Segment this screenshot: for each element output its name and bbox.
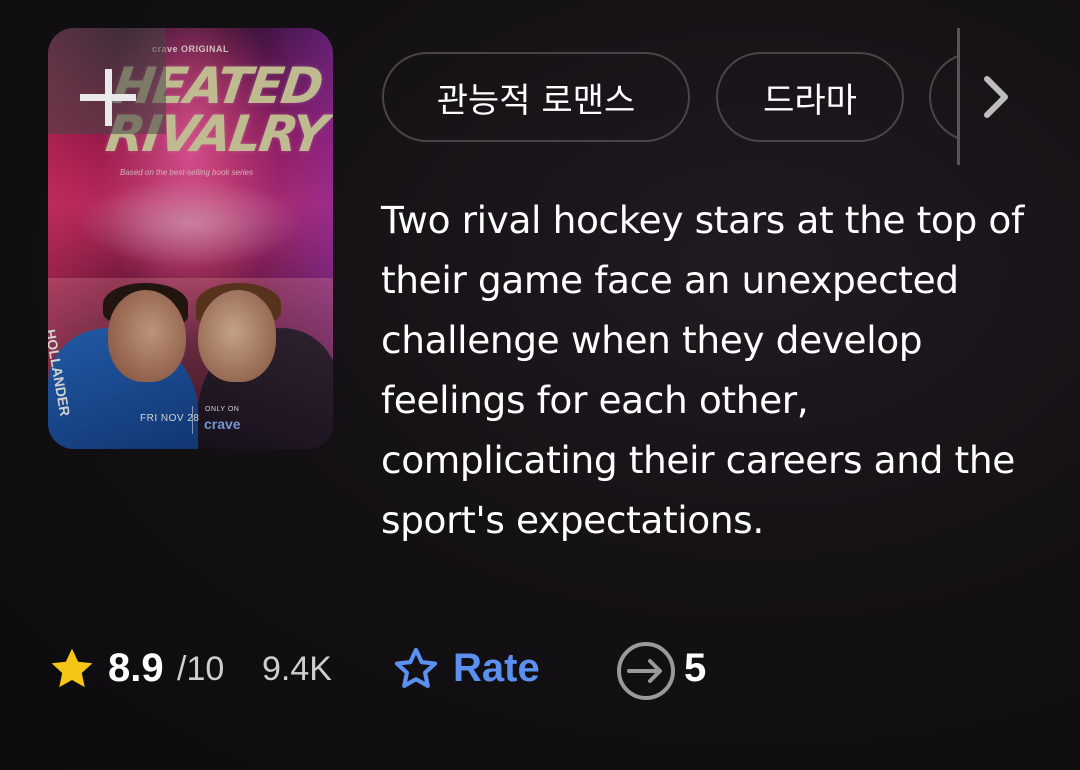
chips-divider — [957, 28, 960, 165]
rating-bar: 8.9 /10 9.4K Rate 5 — [46, 640, 726, 700]
title-overview: crave ORIGINAL HEATED RIVALRY Based on t… — [0, 0, 1080, 770]
rate-button[interactable]: Rate — [453, 646, 540, 691]
share-count: 5 — [684, 646, 707, 690]
arrow-circle-icon[interactable] — [615, 640, 677, 702]
rating-max: /10 — [177, 650, 225, 688]
star-icon — [46, 644, 98, 694]
add-to-watchlist-button[interactable] — [48, 28, 166, 134]
genre-chip-drama[interactable]: 드라마 — [716, 52, 904, 142]
genre-chip-steamy-romance[interactable]: 관능적 로맨스 — [382, 52, 690, 142]
vote-count: 9.4K — [262, 650, 332, 688]
star-outline-icon[interactable] — [390, 644, 442, 694]
chevron-right-icon[interactable] — [975, 72, 1017, 122]
genre-chip-more[interactable] — [929, 52, 958, 142]
rating-value: 8.9 — [108, 646, 164, 690]
genre-chips: 관능적 로맨스 드라마 — [382, 52, 958, 142]
plot-description: Two rival hockey stars at the top of the… — [381, 198, 1024, 542]
plus-icon-vertical — [105, 69, 112, 126]
